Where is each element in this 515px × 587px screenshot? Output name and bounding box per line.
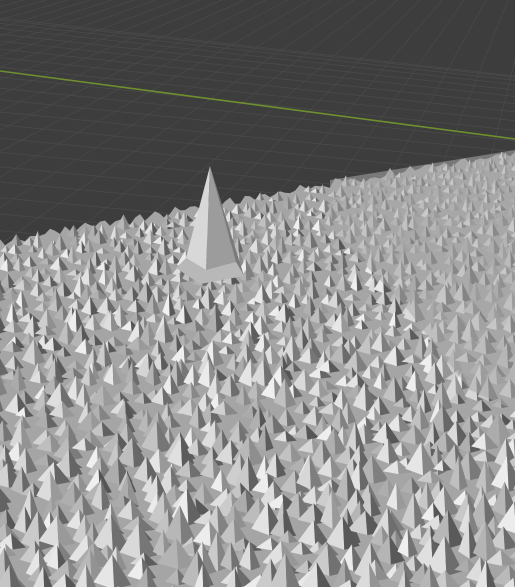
viewport-canvas[interactable]: [0, 0, 515, 587]
3d-viewport[interactable]: [0, 0, 515, 587]
